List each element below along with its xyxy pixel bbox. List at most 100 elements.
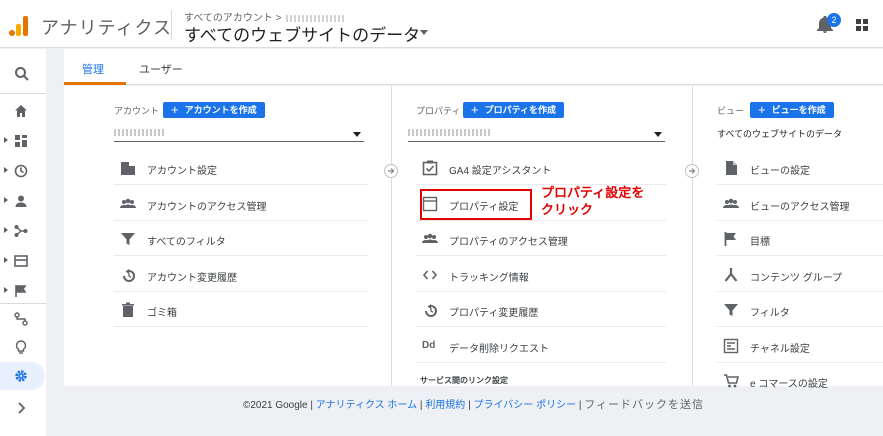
footer-separator: | — [468, 400, 471, 411]
menu-account-history[interactable]: アカウント変更履歴 — [114, 257, 368, 292]
highlight-box-property-settings — [420, 189, 532, 220]
section-heading-product-links: サービス間のリンク設定 — [420, 376, 508, 385]
footer: ©2021 Google | アナリティクス ホーム | 利用規約 | プライバ… — [64, 390, 883, 420]
menu-account-access[interactable]: アカウントのアクセス管理 — [114, 186, 368, 221]
rail-divider — [0, 93, 46, 94]
menu-view-settings[interactable]: ビューの設定 — [717, 150, 883, 185]
chevron-down-icon[interactable] — [654, 132, 662, 137]
property-column-label: プロパティ — [416, 106, 461, 116]
people-icon — [723, 198, 739, 208]
document-icon — [726, 161, 737, 175]
account-column: アカウント + アカウントを作成 アカウント設定 アカウントのアクセス管理 すべて… — [114, 86, 368, 386]
behavior-icon — [14, 255, 28, 267]
tab-admin[interactable]: 管理 — [82, 61, 104, 77]
footer-copyright: ©2021 Google | — [242, 400, 313, 411]
menu-account-settings[interactable]: アカウント設定 — [114, 150, 368, 185]
view-column-label: ビュー — [717, 106, 745, 116]
gear-icon — [15, 370, 27, 382]
rail-divider — [0, 303, 46, 304]
admin-tabs: 管理 ユーザー — [64, 49, 883, 85]
analytics-logo-icon[interactable] — [9, 16, 29, 36]
tab-user[interactable]: ユーザー — [139, 61, 183, 77]
chevron-down-icon[interactable] — [353, 132, 361, 137]
footer-link-terms[interactable]: 利用規約 — [425, 400, 465, 411]
notification-badge: 2 — [827, 13, 841, 27]
app-name: アナリティクス — [41, 18, 173, 38]
apps-grid-icon[interactable] — [856, 19, 868, 31]
rail-behavior[interactable] — [0, 247, 46, 275]
header-divider — [171, 10, 172, 40]
rail-conversions[interactable] — [0, 277, 46, 305]
customization-icon — [15, 135, 27, 147]
menu-content-groups[interactable]: コンテンツ グループ — [717, 257, 883, 292]
rail-search[interactable] — [0, 59, 46, 87]
trash-icon — [122, 302, 134, 317]
lightbulb-icon — [15, 340, 27, 354]
menu-trash[interactable]: ゴミ箱 — [114, 292, 368, 327]
account-selector[interactable] — [114, 126, 364, 142]
flag-icon — [724, 232, 736, 246]
history-icon — [425, 304, 437, 317]
channel-icon — [723, 338, 739, 354]
create-property-button[interactable]: + プロパティを作成 — [463, 102, 565, 118]
footer-link-home[interactable]: アナリティクス ホーム — [316, 400, 417, 411]
rail-acquisition[interactable] — [0, 217, 46, 245]
rail-expand[interactable] — [0, 394, 46, 422]
checkbox-icon — [422, 160, 438, 176]
rail-attribution[interactable] — [0, 305, 46, 333]
people-icon — [422, 233, 438, 243]
footer-feedback-link[interactable]: フィードバックを送信 — [584, 398, 704, 411]
menu-channel-settings[interactable]: チャネル設定 — [717, 328, 883, 363]
dd-icon: Dd — [422, 340, 436, 351]
rail-customization[interactable] — [0, 127, 46, 155]
view-column: ビュー + ビューを作成 すべてのウェブサイトのデータ ビューの設定 ビューのアク… — [717, 86, 883, 390]
annotation-line-2: クリック — [541, 202, 594, 217]
conversions-flag-icon — [15, 285, 27, 297]
chevron-right-icon — [18, 402, 26, 414]
footer-link-privacy[interactable]: プライバシー ポリシー — [473, 400, 576, 411]
rail-discover[interactable] — [0, 333, 46, 361]
create-account-button[interactable]: + アカウントを作成 — [163, 102, 265, 118]
menu-all-filters[interactable]: すべてのフィルタ — [114, 221, 368, 256]
annotation-line-1: プロパティ設定を — [541, 185, 645, 200]
filter-icon — [121, 233, 135, 245]
redacted-account-name — [114, 129, 166, 136]
view-selector-title[interactable]: すべてのウェブサイトのデータ — [184, 21, 420, 46]
people-icon — [120, 198, 136, 208]
view-selector[interactable]: すべてのウェブサイトのデータ — [717, 126, 883, 142]
menu-view-filters[interactable]: フィルタ — [717, 292, 883, 327]
menu-tracking-info[interactable]: トラッキング情報 — [416, 257, 666, 292]
menu-property-history[interactable]: プロパティ変更履歴 — [416, 292, 666, 327]
code-icon — [422, 270, 438, 280]
rail-home[interactable] — [0, 97, 46, 125]
active-tab-indicator — [64, 82, 126, 85]
property-selector[interactable] — [408, 126, 665, 142]
realtime-clock-icon — [14, 164, 28, 178]
create-view-button[interactable]: + ビューを作成 — [750, 102, 834, 118]
menu-data-deletion[interactable]: Dd データ削除リクエスト — [416, 328, 666, 363]
menu-goals[interactable]: 目標 — [717, 221, 883, 256]
column-divider — [391, 86, 392, 386]
redacted-property-name — [408, 129, 490, 136]
menu-view-access[interactable]: ビューのアクセス管理 — [717, 186, 883, 221]
account-column-label: アカウント — [114, 106, 160, 116]
admin-content: アカウント + アカウントを作成 アカウント設定 アカウントのアクセス管理 すべて… — [64, 86, 883, 390]
attribution-icon — [14, 312, 28, 326]
menu-ga4-setup-assistant[interactable]: GA4 設定アシスタント — [416, 150, 666, 185]
column-divider — [692, 86, 693, 386]
building-icon — [121, 162, 135, 175]
top-bar: アナリティクス すべてのアカウント > すべてのウェブサイトのデータ 2 — [0, 0, 883, 48]
acquisition-icon — [14, 225, 28, 237]
footer-separator: | — [578, 400, 582, 411]
menu-property-access[interactable]: プロパティのアクセス管理 — [416, 221, 666, 256]
search-icon — [15, 67, 29, 81]
footer-separator: | — [419, 400, 423, 411]
cart-icon — [724, 374, 739, 388]
annotation-callout: プロパティ設定を クリック — [541, 184, 644, 218]
filter-icon — [724, 304, 738, 316]
rail-realtime[interactable] — [0, 157, 46, 185]
rail-audience[interactable] — [0, 187, 46, 215]
chevron-down-icon[interactable] — [420, 30, 428, 35]
audience-person-icon — [15, 195, 27, 207]
rail-admin[interactable] — [0, 362, 45, 390]
